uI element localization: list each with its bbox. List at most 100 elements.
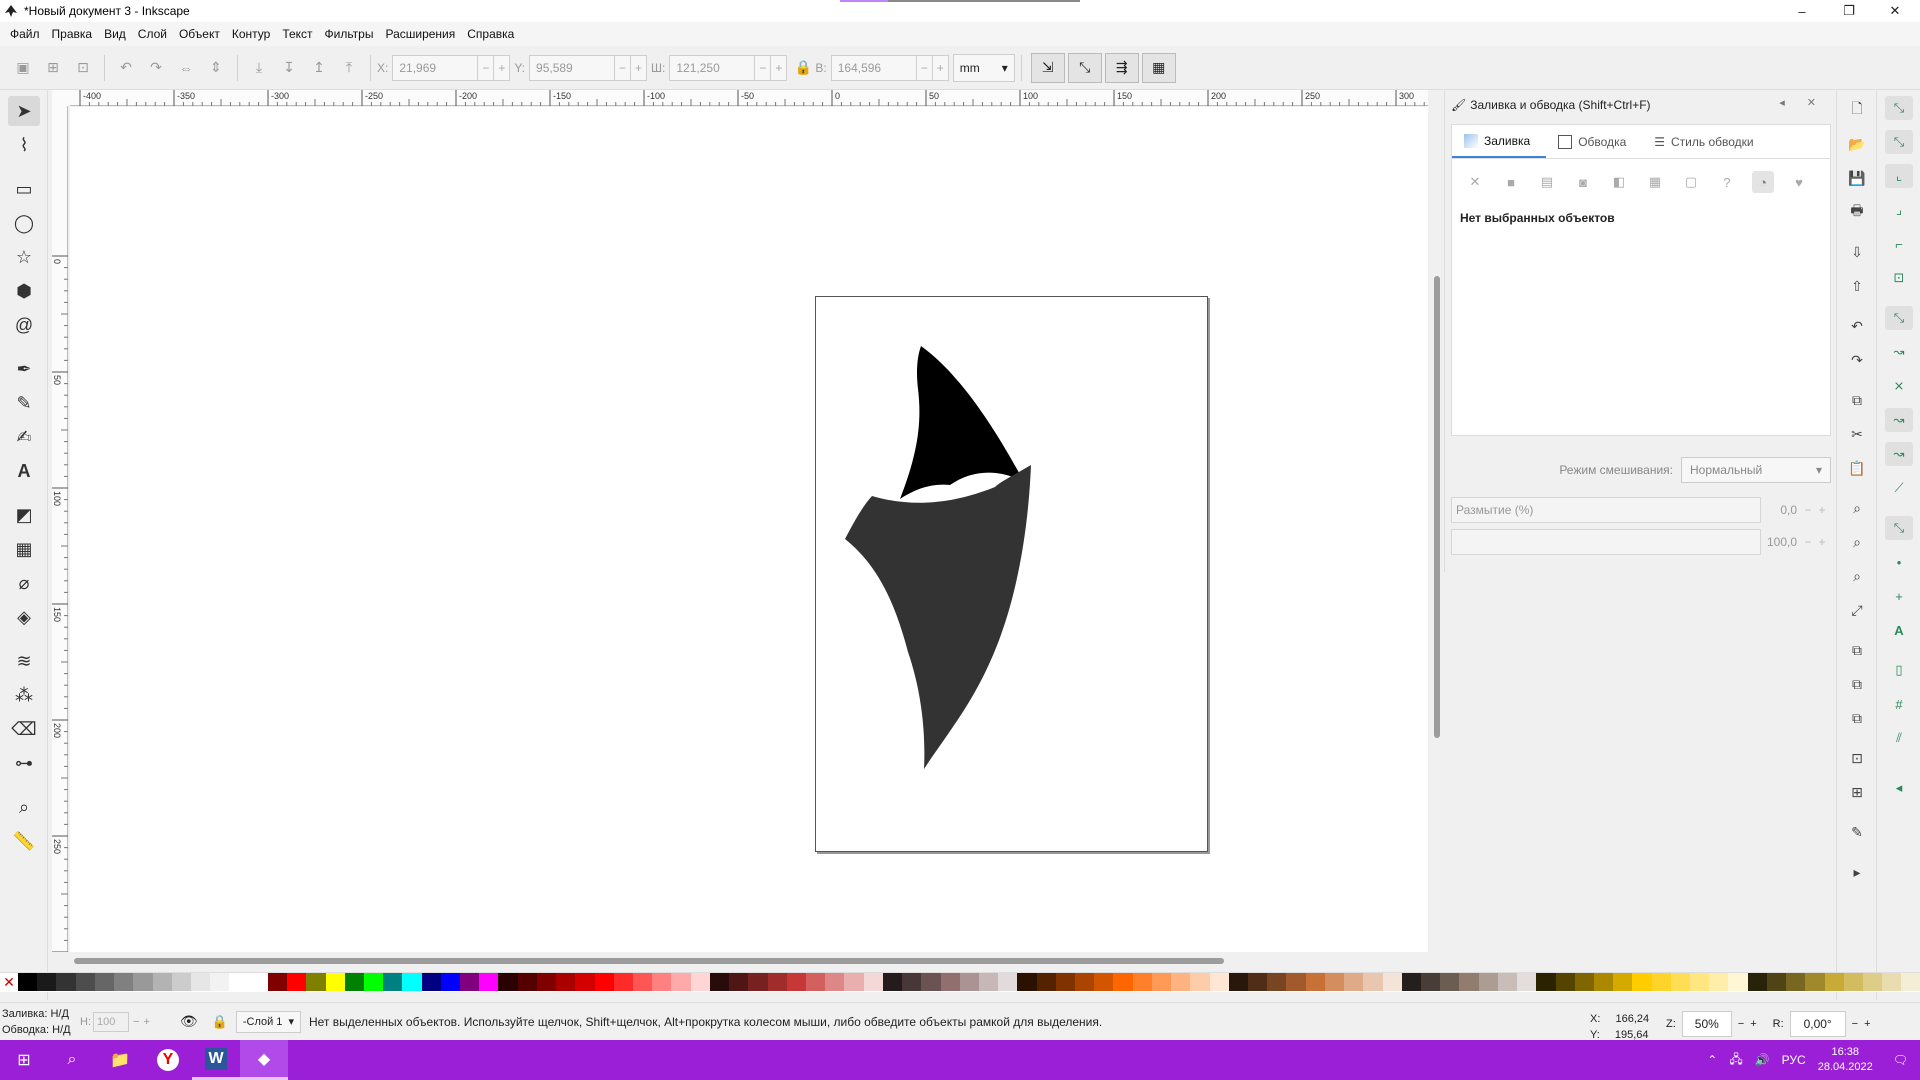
flip-horizontal-icon[interactable]: ⇔ — [171, 53, 201, 83]
dialog-close-icon[interactable]: ✕ — [1807, 96, 1816, 109]
cut-icon[interactable]: ✂ — [1845, 422, 1869, 446]
palette-swatch[interactable] — [18, 973, 38, 991]
palette-swatch[interactable] — [1651, 973, 1671, 991]
spray-tool-icon[interactable]: ⁂ — [8, 680, 40, 710]
palette-swatch[interactable] — [517, 973, 537, 991]
inkscape-taskbar-icon[interactable]: ◆ — [240, 1040, 288, 1080]
radial-gradient-icon[interactable]: ◙ — [1572, 171, 1594, 193]
pattern-icon[interactable]: ▦ — [1644, 171, 1666, 193]
palette-swatch[interactable] — [56, 973, 76, 991]
blur-decrement-button[interactable]: − — [1801, 503, 1815, 517]
menu-extensions[interactable]: Расширения — [379, 27, 461, 41]
snap-line-midpoint-icon[interactable]: ⟋ — [1885, 476, 1913, 500]
dropper-tool-icon[interactable]: ⌀ — [8, 568, 40, 598]
menu-path[interactable]: Контур — [226, 27, 276, 41]
palette-swatch[interactable] — [1690, 973, 1710, 991]
export-icon[interactable]: ⇧ — [1845, 274, 1869, 298]
clock[interactable]: 16:38 28.04.2022 — [1818, 1045, 1873, 1075]
snap-rotation-center-icon[interactable]: + — [1885, 584, 1913, 608]
palette-swatch[interactable] — [902, 973, 922, 991]
unset-paint-icon[interactable]: ? — [1716, 171, 1738, 193]
measure-tool-icon[interactable]: 📏 — [8, 826, 40, 856]
opacity-increment-button[interactable]: + — [1815, 535, 1829, 549]
snap-bbox-center-icon[interactable]: ⊡ — [1885, 266, 1913, 290]
palette-swatch[interactable] — [633, 973, 653, 991]
width-field[interactable]: 121,250 — [669, 54, 756, 81]
palette-swatch[interactable] — [1555, 973, 1575, 991]
palette-swatch[interactable] — [825, 973, 845, 991]
palette-swatch[interactable] — [1747, 973, 1767, 991]
snap-bbox-midpoint-icon[interactable]: ⌐ — [1885, 232, 1913, 256]
word-icon[interactable]: W — [192, 1040, 240, 1080]
snap-smooth-nodes-icon[interactable]: ↝ — [1885, 442, 1913, 466]
palette-swatch[interactable] — [1459, 973, 1479, 991]
file-explorer-icon[interactable]: 📁 — [96, 1040, 144, 1080]
palette-swatch[interactable] — [1478, 973, 1498, 991]
redo-icon[interactable]: ↷ — [1845, 348, 1869, 372]
menu-layer[interactable]: Слой — [132, 27, 173, 41]
width-decrement-button[interactable]: − — [755, 54, 772, 81]
lower-to-bottom-icon[interactable]: ⤓ — [244, 53, 274, 83]
linear-gradient-icon[interactable]: ▤ — [1536, 171, 1558, 193]
palette-swatch[interactable] — [594, 973, 614, 991]
blend-mode-select[interactable]: Нормальный ▾ — [1681, 457, 1831, 483]
snap-object-center-icon[interactable]: • — [1885, 550, 1913, 574]
palette-swatch[interactable] — [1094, 973, 1114, 991]
bezier-tool-icon[interactable]: ✒ — [8, 354, 40, 384]
palette-swatch[interactable] — [1075, 973, 1095, 991]
palette-swatch[interactable] — [1882, 973, 1902, 991]
x-increment-button[interactable]: + — [494, 54, 511, 81]
palette-swatch[interactable] — [844, 973, 864, 991]
lock-icon[interactable]: 🔒 — [212, 1014, 228, 1030]
tweak-tool-icon[interactable]: ≋ — [8, 646, 40, 676]
select-all-icon[interactable]: ▣ — [8, 53, 38, 83]
palette-swatch[interactable] — [805, 973, 826, 991]
more-commands-icon[interactable]: ▸ — [1845, 860, 1869, 884]
blur-increment-button[interactable]: + — [1815, 503, 1829, 517]
selector-tool-icon[interactable]: ➤ — [8, 96, 40, 126]
palette-swatch[interactable] — [498, 973, 518, 991]
palette-swatch[interactable] — [767, 973, 787, 991]
opacity-slider[interactable]: Непрозрачность (%) — [1451, 529, 1761, 555]
palette-swatch[interactable] — [1728, 973, 1748, 991]
palette-swatch[interactable] — [1151, 973, 1172, 991]
opacity-value[interactable]: 100,0 — [1761, 535, 1797, 549]
palette-swatch[interactable] — [114, 973, 134, 991]
raise-icon[interactable]: ↥ — [304, 53, 334, 83]
height-field[interactable]: 164,596 — [830, 54, 917, 81]
palette-swatch[interactable] — [210, 973, 230, 991]
import-icon[interactable]: ⇩ — [1845, 240, 1869, 264]
palette-swatch[interactable] — [786, 973, 806, 991]
fill-rule-nonzero-icon[interactable]: ♥ — [1788, 171, 1810, 193]
y-decrement-button[interactable]: − — [615, 54, 632, 81]
palette-swatch[interactable] — [536, 973, 557, 991]
palette-swatch[interactable] — [1901, 973, 1920, 991]
rotate-decrement-button[interactable]: − — [1852, 1018, 1858, 1030]
palette-swatch[interactable] — [1805, 973, 1825, 991]
palette-swatch[interactable] — [1670, 973, 1691, 991]
palette-swatch[interactable] — [1574, 973, 1594, 991]
palette-swatch[interactable] — [287, 973, 307, 991]
flat-color-icon[interactable]: ■ — [1500, 171, 1522, 193]
palette-swatch[interactable] — [1517, 973, 1537, 991]
zoom-in-button[interactable]: + — [1750, 1018, 1756, 1030]
rotate-increment-button[interactable]: + — [1864, 1018, 1870, 1030]
horizontal-scrollbar[interactable] — [70, 954, 1428, 968]
vertical-scrollbar-thumb[interactable] — [1434, 276, 1440, 738]
palette-swatch[interactable] — [1613, 973, 1633, 991]
horizontal-scrollbar-thumb[interactable] — [74, 958, 1224, 964]
palette-swatch[interactable] — [267, 973, 288, 991]
snap-cusp-nodes-icon[interactable]: ↝ — [1885, 408, 1913, 432]
palette-swatch[interactable] — [1420, 973, 1441, 991]
palette-swatch[interactable] — [1305, 973, 1325, 991]
palette-swatch[interactable] — [363, 973, 384, 991]
no-paint-icon[interactable]: ✕ — [1464, 171, 1486, 193]
grey-sail-shape[interactable] — [845, 465, 1031, 769]
unlink-clone-icon[interactable]: ⧉ — [1845, 706, 1869, 730]
eraser-tool-icon[interactable]: ⌫ — [8, 714, 40, 744]
zoom-drawing-icon[interactable]: ⌕ — [1845, 530, 1869, 554]
snap-enable-icon[interactable]: ⤡ — [1885, 96, 1913, 120]
copy-icon[interactable]: ⧉ — [1845, 388, 1869, 412]
zoom-field[interactable]: 50% — [1681, 1011, 1732, 1037]
fill-stroke-indicator[interactable]: Заливка: Н/Д Обводка: Н/Д — [0, 1006, 80, 1038]
